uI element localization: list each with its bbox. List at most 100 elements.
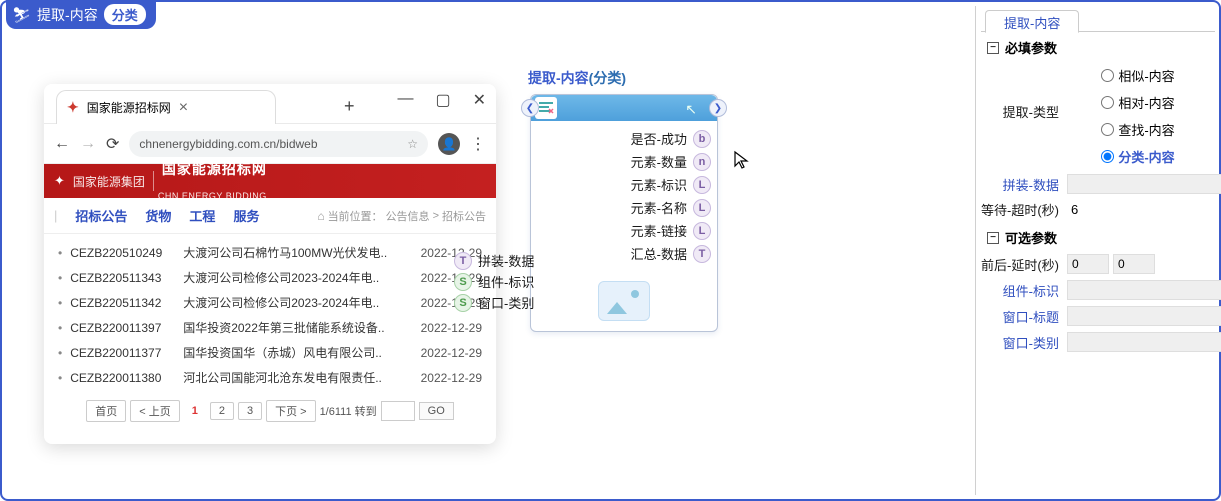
page-go-button[interactable]: GO [419,402,454,420]
browser-tab[interactable]: ✦ 国家能源招标网 × [56,90,276,124]
page-next[interactable]: 下页 > [266,400,315,422]
collapse-icon[interactable]: − [987,42,999,54]
input-delay-after[interactable] [1113,254,1155,274]
menu-dots-icon[interactable]: ⋮ [470,134,486,154]
output-port[interactable]: L [693,222,711,240]
node-output-row: 元素-名称L [537,196,711,219]
avatar-icon[interactable]: 👤 [438,133,460,155]
nav-link-goods[interactable]: 货物 [145,206,171,225]
maximize-icon[interactable]: ▢ [435,90,450,110]
node-port-out[interactable]: ❯ [709,99,727,117]
input-label: 组件-标识 [478,272,534,291]
input-window-type[interactable] [1067,332,1221,352]
list-item[interactable]: • CEZB220011397 国华投资2022年第三批储能系统设备.. 202… [58,315,482,340]
radio-option[interactable]: 相对-内容 [1101,93,1174,112]
nav-link-notice[interactable]: 招标公告 [75,206,127,225]
node-header[interactable]: ↖ ❮ ❯ [531,95,717,121]
url-text: chnenergybidding.com.cn/bidweb [139,137,317,151]
label-wait: 等待-超时(秒) [981,200,1067,219]
radio-input[interactable] [1101,69,1114,82]
page-2[interactable]: 2 [210,402,234,420]
radio-option[interactable]: 相似-内容 [1101,66,1174,85]
radio-input[interactable] [1101,96,1114,109]
item-code: CEZB220011377 [70,346,175,360]
output-port[interactable]: b [693,130,711,148]
address-bar: ← → ⟳ chnenergybidding.com.cn/bidweb ☆ 👤… [44,124,496,164]
crumb-link-2[interactable]: 招标公告 [442,208,486,224]
node-outputs: 是否-成功b元素-数量n元素-标识L元素-名称L元素-链接L汇总-数据T [531,121,717,271]
optional-section-header[interactable]: − 可选参数 [981,222,1215,251]
nav-link-service[interactable]: 服务 [233,206,259,225]
node-inputs: T拼装-数据S组件-标识S窗口-类别 [454,250,534,313]
favicon-icon: ✦ [67,99,79,116]
item-code: CEZB220510249 [70,246,175,260]
close-icon[interactable]: ✕ [473,90,486,110]
home-icon[interactable]: ⌂ [317,209,324,223]
page-prev[interactable]: < 上页 [130,400,179,422]
bullet-icon: • [58,246,62,260]
panel-tab-extract[interactable]: 提取-内容 [985,10,1079,33]
page-first[interactable]: 首页 [86,400,126,422]
crumb-link-1[interactable]: 公告信息 [386,208,430,224]
new-tab-button[interactable]: + [344,96,355,117]
node-input-row: T拼装-数据 [454,250,534,271]
collapse-icon[interactable]: − [987,232,999,244]
item-date: 2022-12-29 [400,321,482,335]
image-placeholder-icon [598,281,650,321]
page-jump-input[interactable] [381,401,415,421]
label-window-type[interactable]: 窗口-类别 [981,333,1067,352]
property-panel: 提取-内容 − 必填参数 提取-类型 相似-内容相对-内容查找-内容分类-内容 … [981,6,1215,495]
header-badge: ⛷ 提取-内容 分类 [6,0,156,29]
url-field[interactable]: chnenergybidding.com.cn/bidweb ☆ [129,131,428,157]
back-icon[interactable]: ← [54,135,70,153]
required-section-header[interactable]: − 必填参数 [981,32,1215,61]
node-output-row: 元素-链接L [537,219,711,242]
star-icon[interactable]: ☆ [407,137,418,151]
input-port[interactable]: S [454,273,472,291]
tab-close-icon[interactable]: × [179,99,188,117]
field-window-title: 窗口-标题 ✎ [981,303,1215,329]
page-3[interactable]: 3 [238,402,262,420]
input-port[interactable]: T [454,252,472,270]
radio-input[interactable] [1101,150,1114,163]
reload-icon[interactable]: ⟳ [106,134,119,154]
label-window-title[interactable]: 窗口-标题 [981,307,1067,326]
radio-option[interactable]: 查找-内容 [1101,120,1174,139]
panel-tabs: 提取-内容 [981,6,1215,32]
label-component-id[interactable]: 组件-标识 [981,281,1067,300]
label-delay: 前后-延时(秒) [981,255,1067,274]
output-port[interactable]: T [693,245,711,263]
nav-link-engineering[interactable]: 工程 [189,206,215,225]
site-name-block: 国家能源招标网 CHN ENERGY BIDDING [162,162,267,201]
bullet-icon: • [58,296,62,310]
divider [153,171,154,191]
flow-node[interactable]: ↖ ❮ ❯ 是否-成功b元素-数量n元素-标识L元素-名称L元素-链接L汇总-数… [530,94,718,332]
input-port[interactable]: S [454,294,472,312]
input-window-title[interactable] [1067,306,1221,326]
input-component-id[interactable] [1067,280,1221,300]
list-item[interactable]: • CEZB220511342 大渡河公司检修公司2023-2024年电.. 2… [58,290,482,315]
minimize-icon[interactable]: — [397,90,413,110]
label-assemble[interactable]: 拼装-数据 [981,175,1067,194]
list-item[interactable]: • CEZB220510249 大渡河公司石棉竹马100MW光伏发电.. 202… [58,240,482,265]
output-port[interactable]: n [693,153,711,171]
field-wait-timeout: 等待-超时(秒) 6 [981,197,1215,222]
list-item[interactable]: • CEZB220011377 国华投资国华（赤城）风电有限公司.. 2022-… [58,340,482,365]
forward-icon[interactable]: → [80,135,96,153]
node-port-in[interactable]: ❮ [521,99,539,117]
node-output-row: 元素-数量n [537,150,711,173]
value-wait: 6 [1067,202,1078,217]
radio-option[interactable]: 分类-内容 [1101,147,1174,166]
node-output-row: 是否-成功b [537,127,711,150]
nav-sep: | [54,208,57,223]
input-delay-before[interactable] [1067,254,1109,274]
input-assemble[interactable] [1067,174,1221,194]
list-item[interactable]: • CEZB220011380 河北公司国能河北沧东发电有限责任.. 2022-… [58,365,482,390]
radio-label: 相对-内容 [1118,93,1174,112]
radio-input[interactable] [1101,123,1114,136]
flow-node-area: 提取-内容(分类) ↖ ❮ ❯ 是否-成功b元素-数量n元素-标识L元素-名称L… [512,68,742,332]
list-item[interactable]: • CEZB220511343 大渡河公司检修公司2023-2024年电.. 2… [58,265,482,290]
site-nav: | 招标公告 货物 工程 服务 ⌂ 当前位置： 公告信息 > 招标公告 [44,198,496,234]
output-port[interactable]: L [693,176,711,194]
output-port[interactable]: L [693,199,711,217]
